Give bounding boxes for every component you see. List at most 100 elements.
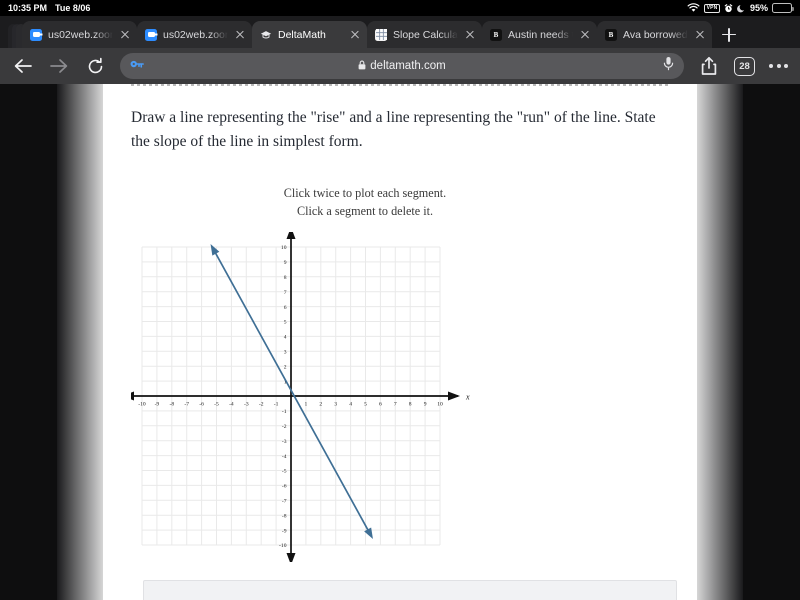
svg-text:-8: -8 (282, 513, 287, 519)
svg-text:x: x (465, 393, 470, 402)
browser-toolbar[interactable]: deltamath.com 28 (0, 48, 800, 84)
coordinate-graph[interactable]: xy-10-9-8-7-6-5-4-3-2-112345678910109876… (131, 232, 669, 562)
svg-text:-9: -9 (282, 528, 287, 534)
page-viewport: Draw a line representing the "rise" and … (0, 84, 800, 600)
back-arrow-icon[interactable] (12, 55, 34, 77)
svg-text:6: 6 (379, 402, 382, 408)
status-right-group: VPN 95% (687, 3, 792, 13)
svg-text:6: 6 (284, 305, 287, 311)
svg-text:-1: -1 (274, 402, 279, 408)
svg-text:-1: -1 (282, 409, 287, 415)
tab-title: Austin needs to (508, 29, 573, 41)
left-page-edge (57, 84, 103, 600)
tab-title: DeltaMath (278, 29, 343, 41)
calculator-grid-icon (375, 29, 387, 41)
close-icon[interactable] (349, 29, 361, 41)
browser-tab-4[interactable]: B Austin needs to (482, 21, 597, 48)
svg-text:-2: -2 (259, 402, 264, 408)
share-icon[interactable] (698, 55, 720, 77)
address-bar[interactable]: deltamath.com (120, 53, 684, 79)
close-icon[interactable] (234, 29, 246, 41)
url-display: deltamath.com (120, 60, 684, 73)
more-dots-icon[interactable] (769, 64, 788, 68)
ios-status-bar: 10:35 PM Tue 8/06 VPN 95% (0, 0, 800, 16)
svg-text:-10: -10 (138, 402, 146, 408)
svg-text:-3: -3 (282, 439, 287, 445)
svg-text:10: 10 (281, 245, 287, 251)
vpn-badge: VPN (704, 4, 720, 13)
svg-text:3: 3 (334, 402, 337, 408)
status-time: 10:35 PM (8, 3, 47, 13)
new-tab-button[interactable] (712, 21, 746, 48)
alarm-clock-icon (724, 4, 733, 13)
svg-text:5: 5 (364, 402, 367, 408)
svg-text:-8: -8 (169, 402, 174, 408)
svg-text:7: 7 (394, 402, 397, 408)
svg-text:-4: -4 (282, 454, 287, 460)
svg-text:-3: -3 (244, 402, 249, 408)
status-left-group: 10:35 PM Tue 8/06 (8, 3, 90, 13)
tab-title: us02web.zoom (48, 29, 113, 41)
right-page-edge (697, 84, 743, 600)
deltamath-problem-content: Draw a line representing the "rise" and … (103, 84, 697, 600)
zoom-video-icon (30, 29, 42, 41)
graph-svg[interactable]: xy-10-9-8-7-6-5-4-3-2-112345678910109876… (131, 232, 551, 562)
browser-tab-1[interactable]: us02web.zoom (137, 21, 252, 48)
close-icon[interactable] (579, 29, 591, 41)
svg-text:-5: -5 (214, 402, 219, 408)
url-text: deltamath.com (370, 60, 445, 72)
answer-panel[interactable] (143, 580, 677, 600)
svg-text:5: 5 (284, 320, 287, 326)
svg-text:2: 2 (284, 364, 287, 370)
close-icon[interactable] (119, 29, 131, 41)
wifi-icon (687, 3, 700, 13)
instruction-line-2: Click a segment to delete it. (185, 202, 545, 220)
browser-tab-2-deltamath[interactable]: DeltaMath (252, 21, 367, 48)
svg-text:-6: -6 (199, 402, 204, 408)
browser-tab-0[interactable]: us02web.zoom (22, 21, 137, 48)
browser-tab-3[interactable]: Slope Calculato (367, 21, 482, 48)
tab-count-button[interactable]: 28 (734, 57, 755, 76)
forward-arrow-icon (48, 55, 70, 77)
svg-text:-9: -9 (155, 402, 160, 408)
svg-text:2: 2 (319, 402, 322, 408)
close-icon[interactable] (464, 29, 476, 41)
svg-text:-10: -10 (279, 543, 287, 549)
brainly-b-icon: B (605, 29, 617, 41)
do-not-disturb-moon-icon (737, 4, 746, 13)
brainly-b-icon: B (490, 29, 502, 41)
zoom-video-icon (145, 29, 157, 41)
tab-title: Ava borrowed s (623, 29, 688, 41)
question-text: Draw a line representing the "rise" and … (131, 84, 669, 154)
svg-text:1: 1 (305, 402, 308, 408)
svg-text:-5: -5 (282, 469, 287, 475)
svg-text:-7: -7 (282, 499, 287, 505)
browser-tab-5[interactable]: B Ava borrowed s (597, 21, 712, 48)
status-date: Tue 8/06 (55, 3, 90, 13)
password-key-icon[interactable] (130, 57, 145, 75)
svg-text:4: 4 (284, 335, 287, 341)
svg-text:4: 4 (349, 402, 352, 408)
svg-text:7: 7 (284, 290, 287, 296)
battery-percent: 95% (750, 3, 768, 13)
svg-text:9: 9 (284, 260, 287, 266)
lock-icon (358, 60, 366, 73)
svg-text:-7: -7 (184, 402, 189, 408)
tab-title: Slope Calculato (393, 29, 458, 41)
tab-title: us02web.zoom (163, 29, 228, 41)
deltamath-graduation-cap-icon (260, 29, 272, 41)
svg-text:-4: -4 (229, 402, 234, 408)
svg-text:3: 3 (284, 350, 287, 356)
svg-text:-6: -6 (282, 484, 287, 490)
close-icon[interactable] (694, 29, 706, 41)
microphone-icon[interactable] (663, 56, 674, 76)
svg-text:8: 8 (284, 275, 287, 281)
svg-text:-2: -2 (282, 424, 287, 430)
svg-text:8: 8 (409, 402, 412, 408)
battery-icon (772, 3, 792, 13)
reload-icon[interactable] (84, 55, 106, 77)
plot-instructions: Click twice to plot each segment. Click … (185, 184, 545, 220)
svg-text:10: 10 (437, 402, 443, 408)
browser-tab-strip[interactable]: us02web.zoom us02web.zoom DeltaMath Slop… (0, 16, 800, 48)
dashed-divider (131, 84, 669, 86)
